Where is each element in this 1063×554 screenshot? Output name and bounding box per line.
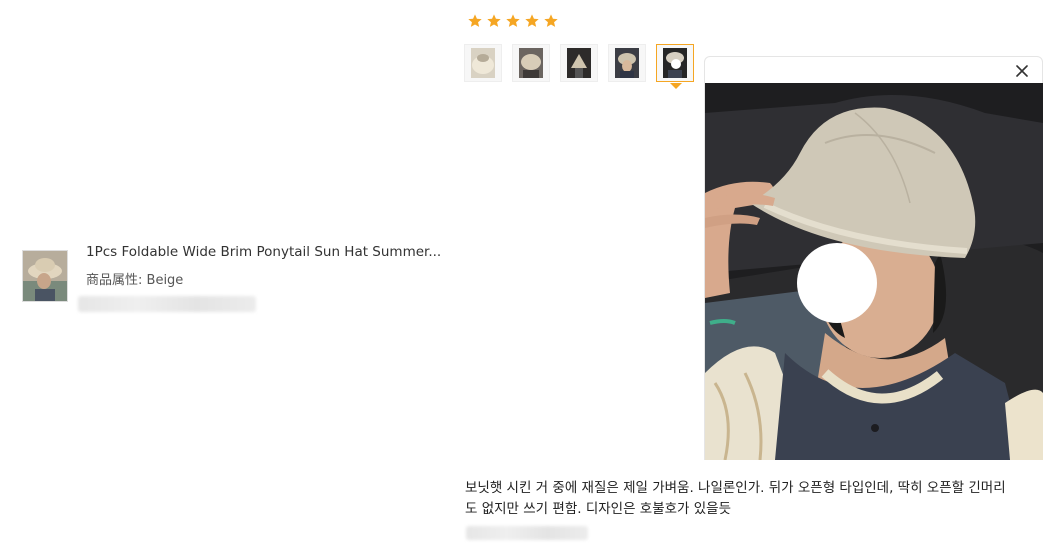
star-icon [506, 14, 520, 27]
review-text-line: 도 없지만 쓰기 편함. 디자인은 호불호가 있을듯 [465, 501, 732, 517]
star-icon [468, 14, 482, 27]
review-thumbnail[interactable] [512, 44, 550, 82]
review-image-thumbnails [464, 44, 694, 89]
product-attribute: 商品属性: Beige [86, 269, 183, 288]
review-thumbnail[interactable] [608, 44, 646, 82]
star-icon [525, 14, 539, 27]
review-image-preview [704, 56, 1043, 460]
product-attribute-value: Beige [146, 273, 184, 288]
review-thumbnail[interactable] [560, 44, 598, 82]
product-attribute-label: 商品属性: [86, 273, 143, 288]
active-thumbnail-pointer [670, 83, 682, 89]
star-rating [467, 13, 559, 29]
review-text: 보닛햇 시킨 거 중에 재질은 제일 가벼움. 나일론인가. 뒤가 오픈형 타입… [465, 478, 1057, 520]
review-photo [705, 83, 1043, 460]
blurred-text [78, 296, 256, 312]
star-icon [487, 14, 501, 27]
review-thumbnail-active[interactable] [656, 44, 694, 89]
star-icon [544, 14, 558, 27]
close-icon[interactable] [1014, 63, 1030, 79]
product-card[interactable]: 1Pcs Foldable Wide Brim Ponytail Sun Hat… [10, 240, 450, 320]
product-title[interactable]: 1Pcs Foldable Wide Brim Ponytail Sun Hat… [86, 244, 441, 260]
product-thumbnail[interactable] [22, 250, 68, 302]
review-thumbnail[interactable] [464, 44, 502, 82]
review-text-line: 보닛햇 시킨 거 중에 재질은 제일 가벼움. 나일론인가. 뒤가 오픈형 타입… [465, 480, 1006, 496]
blurred-text [466, 526, 588, 540]
